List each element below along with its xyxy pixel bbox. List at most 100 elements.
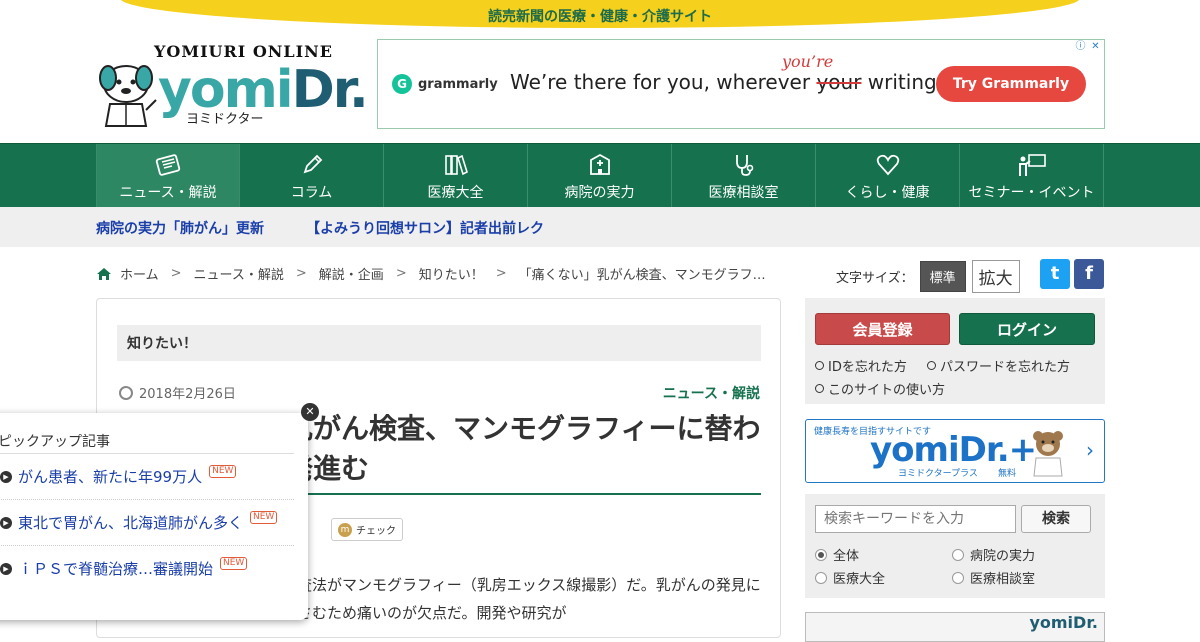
- logo-wordmark-b: Dr.: [291, 60, 369, 120]
- ad-brand: G grammarly: [392, 74, 498, 94]
- stethoscope-icon: [735, 155, 753, 176]
- plus-kana: ヨミドクタープラス: [898, 469, 978, 479]
- grammarly-logo-icon: G: [392, 74, 412, 94]
- radio-label: 医療相談室: [970, 572, 1036, 587]
- breadcrumb-item[interactable]: ニュース・解説: [194, 264, 284, 283]
- ad-info-icon[interactable]: ⓘ: [1074, 40, 1087, 53]
- search-scope-hospital[interactable]: 病院の実力: [952, 545, 1035, 564]
- font-size-standard-button[interactable]: 標準: [919, 261, 966, 292]
- main-nav: ニュース・解説 コラム 医療大全 病院の実力 医療相談室 くらし・健康 セミナー…: [0, 143, 1200, 208]
- article-date-text: 2018年2月26日: [139, 387, 236, 402]
- bullet-icon: [815, 361, 824, 370]
- breadcrumb-separator: >: [295, 266, 307, 281]
- play-bullet-icon: ▶: [0, 470, 12, 483]
- nav-item-column[interactable]: コラム: [240, 144, 384, 208]
- logo-yomiuri-online: YOMIURI ONLINE: [154, 42, 333, 61]
- grammarly-ad-banner[interactable]: ⓘ ✕ G grammarly We’re there for you, whe…: [377, 39, 1105, 129]
- nav-item-encyclopedia[interactable]: 医療大全: [384, 144, 528, 208]
- news-ticker: 病院の実力「肺がん」更新 【よみうり回想サロン】記者出前レク: [0, 207, 1200, 247]
- nav-label: 医療相談室: [708, 185, 779, 201]
- ticker-link-salon[interactable]: 【よみうり回想サロン】記者出前レク: [306, 218, 544, 238]
- ad-text-strike: your: [816, 70, 862, 94]
- howto-label: このサイトの使い方: [828, 383, 946, 398]
- logo-kana: ヨミドクター: [186, 112, 264, 127]
- nav-item-hospital[interactable]: 病院の実力: [528, 144, 672, 208]
- nav-label: ニュース・解説: [119, 185, 217, 201]
- article-date: 2018年2月26日: [119, 383, 236, 402]
- list-item[interactable]: ▶ 東北で胃がん、北海道肺がん多く NEW: [0, 499, 294, 545]
- search-scope-consult[interactable]: 医療相談室: [952, 568, 1035, 587]
- nav-label: コラム: [290, 185, 333, 201]
- ad-brand-label: grammarly: [418, 76, 498, 92]
- new-badge: NEW: [220, 557, 248, 570]
- font-size-control: 文字サイズ： 標準 拡大: [836, 260, 1020, 293]
- play-bullet-icon: ▶: [0, 516, 12, 529]
- radio-icon: [815, 571, 827, 584]
- try-grammarly-button[interactable]: Try Grammarly: [936, 66, 1086, 102]
- nav-item-life-health[interactable]: くらし・健康: [816, 144, 960, 208]
- pickup-heading: ピックアップ記事: [0, 434, 110, 450]
- article-category[interactable]: 知りたい！: [117, 325, 761, 361]
- play-bullet-icon: ▶: [0, 562, 12, 575]
- member-box: 会員登録 ログイン IDを忘れた方 パスワードを忘れた方 このサイトの使い方: [805, 298, 1105, 404]
- ad-text-before: We’re there for you, wherever: [510, 70, 817, 94]
- ticker-link-lung-cancer[interactable]: 病院の実力「肺がん」更新: [96, 218, 264, 238]
- search-button[interactable]: 検索: [1021, 505, 1091, 533]
- newspaper-icon: [155, 154, 181, 176]
- ad-choice-icons[interactable]: ⓘ ✕: [1074, 40, 1102, 53]
- breadcrumb-separator: >: [495, 266, 507, 281]
- facebook-icon[interactable]: f: [1074, 259, 1104, 289]
- nav-label: くらし・健康: [845, 185, 930, 201]
- nav-item-consult[interactable]: 医療相談室: [672, 144, 816, 208]
- font-size-large-button[interactable]: 拡大: [971, 260, 1020, 293]
- list-item[interactable]: ▶ ｉＰＳで脊髄治療…審議開始 NEW: [0, 545, 294, 591]
- pickup-close-icon[interactable]: ✕: [301, 403, 319, 421]
- forgot-id-label: IDを忘れた方: [828, 360, 907, 375]
- ad-text-after: writing.: [861, 70, 944, 94]
- breadcrumb-home[interactable]: ホーム: [120, 264, 159, 283]
- pickup-popup: ピックアップ記事 ▶ がん患者、新たに年99万人 NEW ▶ 東北で胃がん、北海…: [0, 413, 308, 620]
- nav-item-seminar[interactable]: セミナー・イベント: [960, 144, 1104, 208]
- register-button[interactable]: 会員登録: [815, 313, 950, 345]
- breadcrumb-item[interactable]: 知りたい！: [419, 264, 484, 283]
- site-logo[interactable]: YOMIURI ONLINE yomiDr. ヨミドクター: [94, 40, 369, 130]
- pickup-item-text: 東北で胃がん、北海道肺がん多く: [18, 514, 244, 532]
- ad-headline: We’re there for you, wherever your writi…: [510, 70, 943, 94]
- breadcrumb: ホーム > ニュース・解説 > 解説・企画 > 知りたい！ > 「痛くない」乳が…: [96, 264, 766, 283]
- home-icon: [97, 267, 111, 280]
- search-input[interactable]: [815, 505, 1016, 533]
- pencil-icon: [303, 154, 322, 174]
- breadcrumb-item[interactable]: 解説・企画: [319, 264, 384, 283]
- plus-free: 無料: [998, 469, 1017, 479]
- howto-link[interactable]: このサイトの使い方: [815, 379, 945, 398]
- article-section-tag[interactable]: ニュース・解説: [663, 383, 760, 403]
- bear-mascot-icon: [1033, 431, 1063, 477]
- nav-label: セミナー・イベント: [968, 185, 1095, 201]
- ad-correction: you’re: [782, 52, 834, 71]
- forgot-password-link[interactable]: パスワードを忘れた方: [927, 356, 1070, 375]
- forgot-password-label: パスワードを忘れた方: [940, 360, 1071, 375]
- yomidr-plus-banner[interactable]: 健康長寿を目指すサイトです yomiDr.+ ヨミドクタープラス 無料 ›: [805, 419, 1105, 483]
- forgot-id-link[interactable]: IDを忘れた方: [815, 356, 907, 375]
- books-icon: [444, 154, 468, 176]
- social-share: t f: [1040, 259, 1104, 289]
- new-badge: NEW: [209, 465, 237, 478]
- doctor-mascot-icon: [99, 65, 157, 127]
- radio-icon: [952, 548, 964, 561]
- ad-close-icon[interactable]: ✕: [1089, 40, 1102, 53]
- plus-logo: yomiDr.+: [870, 430, 1037, 470]
- pickup-item-text: ｉＰＳで脊髄治療…審議開始: [18, 560, 214, 578]
- search-scope-all[interactable]: 全体: [815, 545, 859, 564]
- list-item[interactable]: ▶ がん患者、新たに年99万人 NEW: [0, 453, 294, 499]
- sidebar-ad[interactable]: yomiDr.: [805, 612, 1105, 642]
- hospital-icon: [589, 153, 610, 175]
- breadcrumb-separator: >: [170, 266, 182, 281]
- mixi-check-button[interactable]: m チェック: [331, 518, 403, 541]
- chevron-right-icon: ›: [1086, 438, 1094, 462]
- breadcrumb-current: 「痛くない」乳がん検査、マンモグラフ…: [518, 268, 766, 283]
- nav-item-news[interactable]: ニュース・解説: [96, 144, 240, 208]
- login-button[interactable]: ログイン: [959, 313, 1095, 345]
- bullet-icon: [815, 384, 824, 393]
- search-scope-encyclopedia[interactable]: 医療大全: [815, 568, 885, 587]
- twitter-icon[interactable]: t: [1040, 259, 1070, 289]
